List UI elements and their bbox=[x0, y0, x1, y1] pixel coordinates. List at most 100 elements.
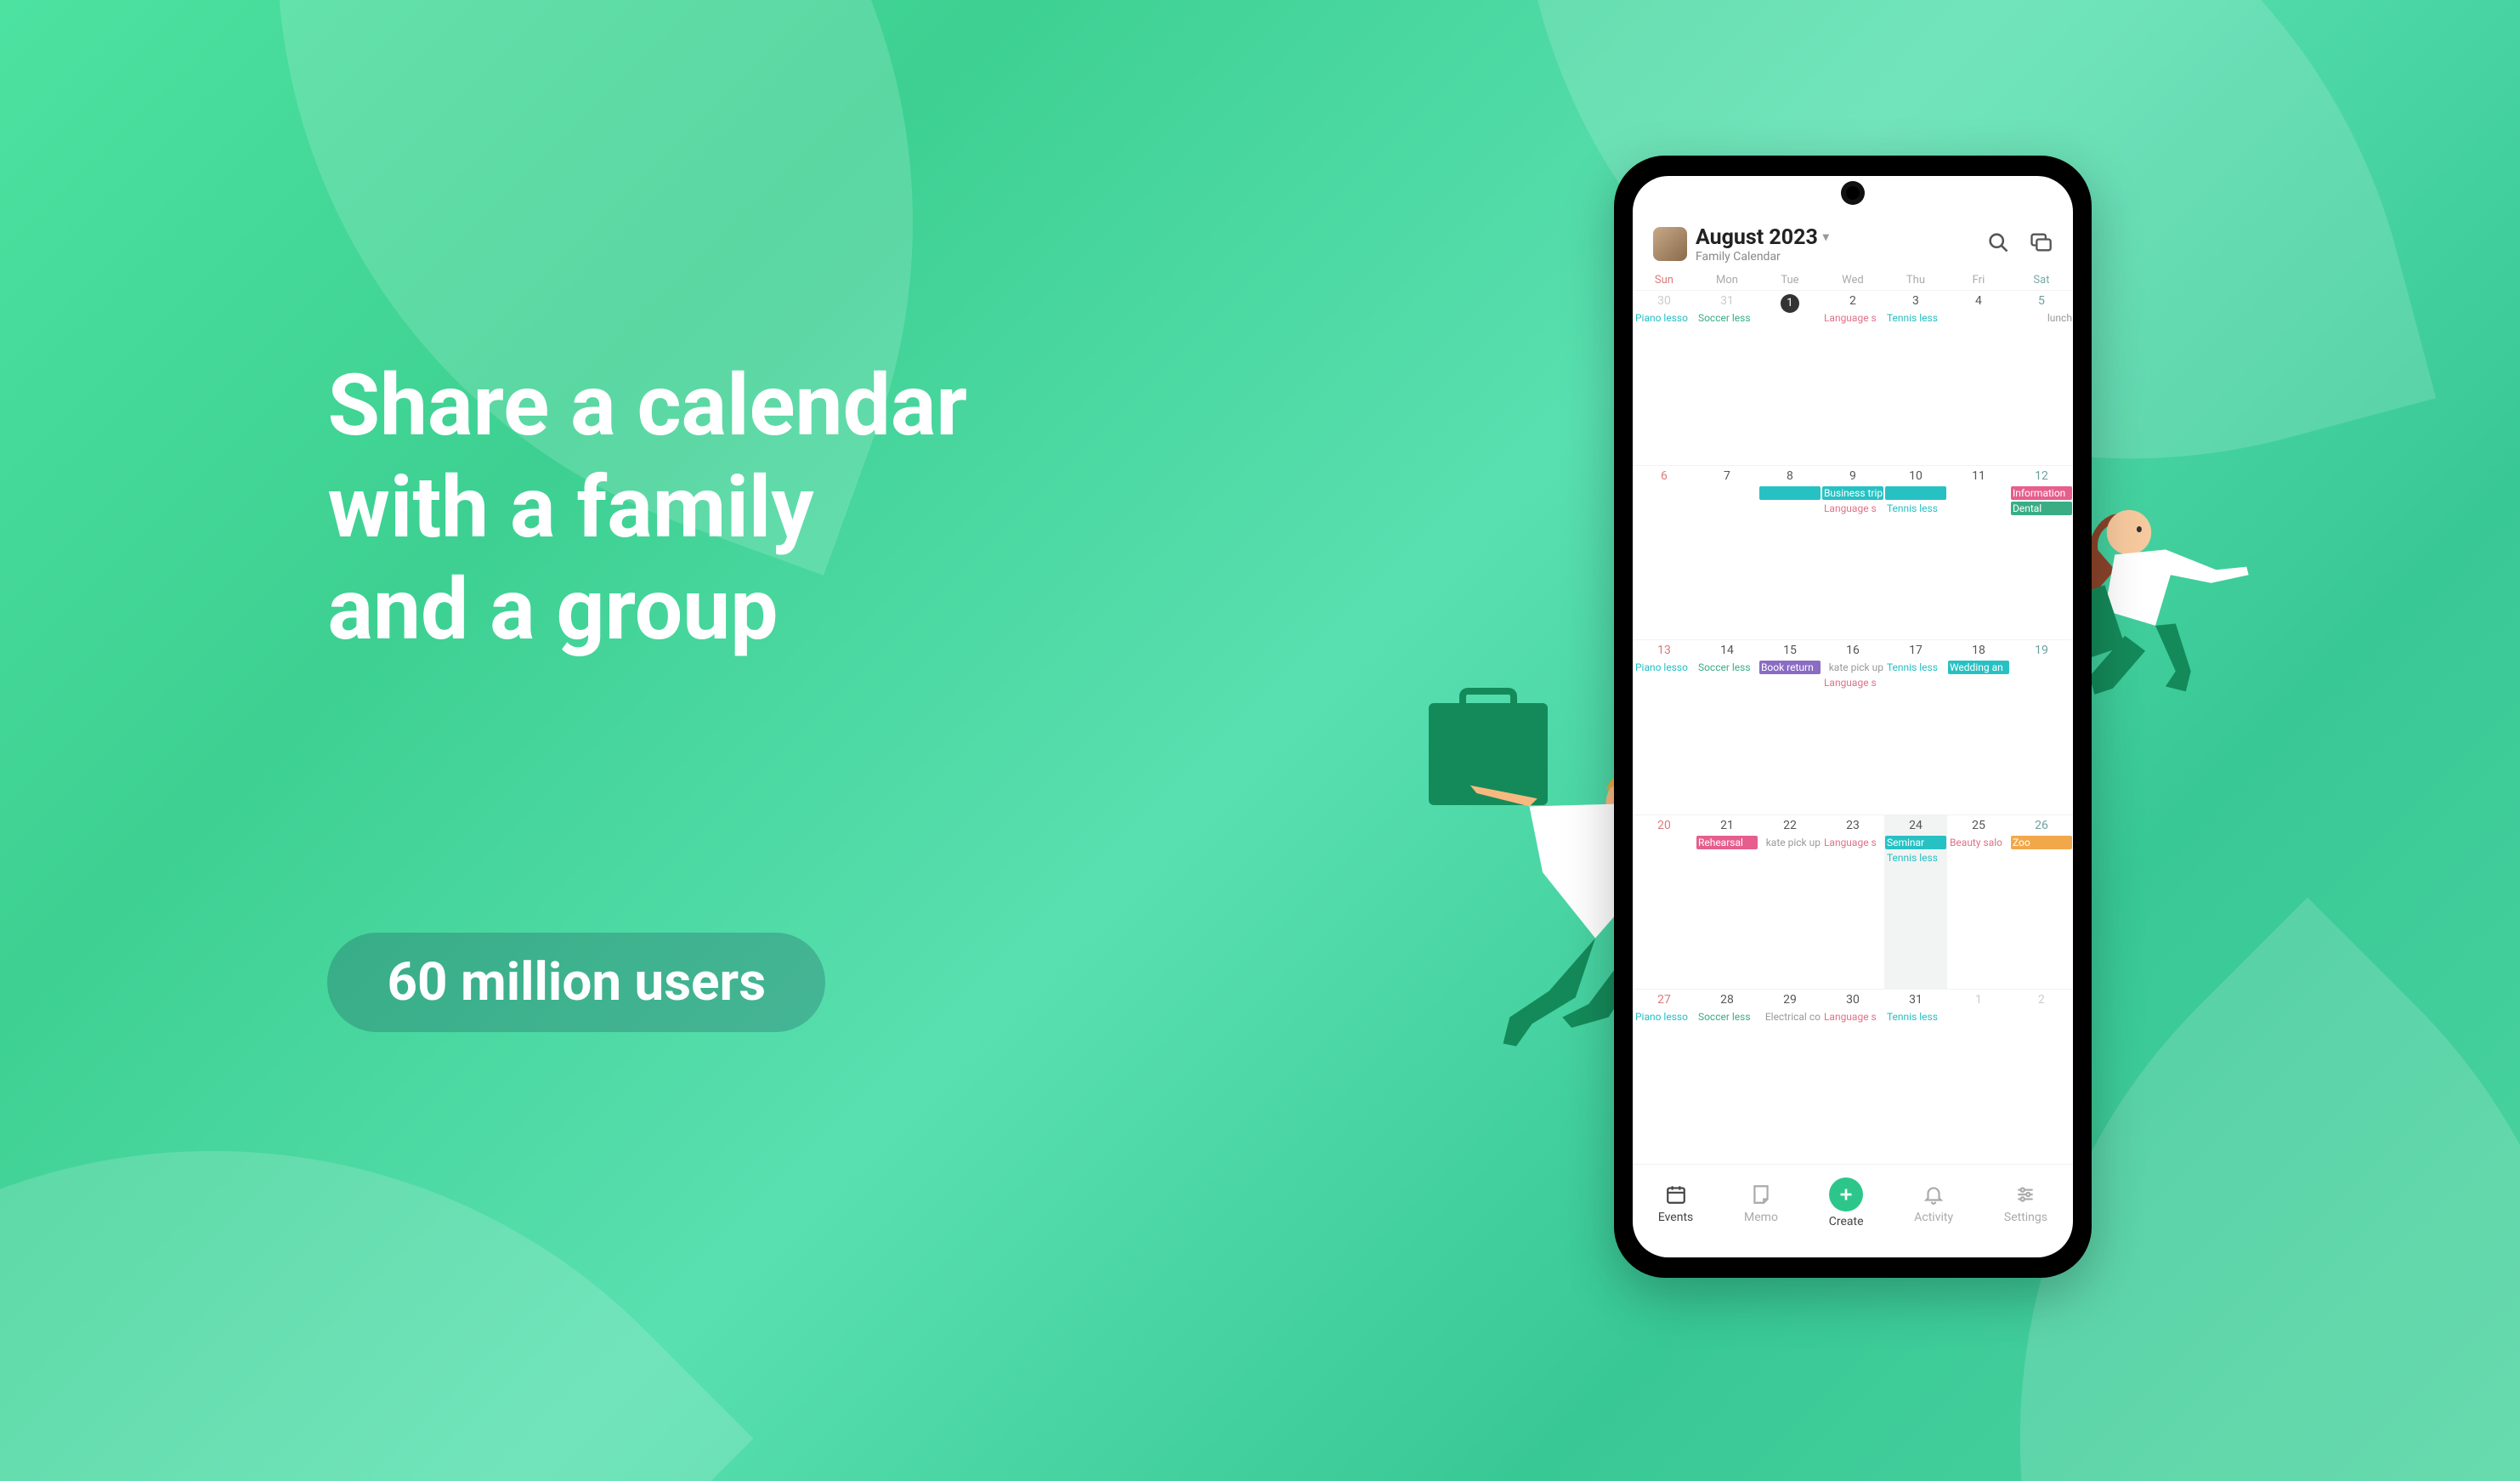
day-number: 14 bbox=[1720, 644, 1734, 657]
calendar-day-cell[interactable]: 30 Piano lesso bbox=[1633, 291, 1696, 465]
calendar-day-cell[interactable]: 25Beauty salo bbox=[1947, 815, 2010, 990]
event-chip[interactable]: Book return bbox=[1759, 661, 1821, 674]
calendar-day-cell[interactable]: 9 Business trip Language s bbox=[1821, 466, 1884, 640]
nav-memo[interactable]: Memo bbox=[1744, 1182, 1778, 1224]
event-chip[interactable]: Language s bbox=[1822, 676, 1883, 689]
calendar-day-cell[interactable]: 1 bbox=[1758, 291, 1821, 465]
day-number: 9 bbox=[1849, 469, 1856, 483]
day-number: 29 bbox=[1783, 993, 1797, 1007]
calendar-day-cell[interactable]: 27Piano lesso bbox=[1633, 990, 1696, 1164]
calendar-day-cell[interactable]: 6 bbox=[1633, 466, 1696, 640]
day-number: 30 bbox=[1657, 294, 1671, 308]
event-chip[interactable]: Language s bbox=[1822, 836, 1883, 849]
day-number: 24 bbox=[1909, 819, 1923, 832]
event-chip[interactable]: Tennis less bbox=[1885, 502, 1946, 515]
event-chip[interactable]: Language s bbox=[1822, 1010, 1883, 1024]
event-chip[interactable]: Zoo bbox=[2011, 836, 2072, 849]
calendar-week-row: 13Piano lesso14Soccer less15Book return1… bbox=[1633, 639, 2073, 814]
calendar-day-cell[interactable]: 19 bbox=[2010, 640, 2073, 814]
app-screen: August 2023 ▾ Family Calendar Sun Mon bbox=[1633, 176, 2073, 1257]
calendar-day-cell[interactable]: 29 Electrical co bbox=[1758, 990, 1821, 1164]
event-chip[interactable]: Dental bbox=[2011, 502, 2072, 515]
event-chip[interactable] bbox=[1759, 486, 1821, 500]
calendar-subtitle: Family Calendar bbox=[1696, 250, 1829, 264]
event-chip[interactable]: Electrical co bbox=[1759, 1010, 1821, 1024]
event-chip[interactable]: Beauty salo bbox=[1948, 836, 2009, 849]
headline: Share a calendar with a family and a gro… bbox=[327, 355, 967, 661]
event-chip[interactable]: Business trip bbox=[1822, 486, 1883, 500]
event-chip[interactable]: Language s bbox=[1822, 311, 1883, 325]
calendar-day-cell[interactable]: 1 bbox=[1947, 990, 2010, 1164]
calendar-day-cell[interactable]: 17 Tennis less bbox=[1884, 640, 1947, 814]
event-chip[interactable]: Soccer less bbox=[1696, 1010, 1758, 1024]
event-chip[interactable]: kate pick up bbox=[1822, 661, 1883, 674]
calendar-day-cell[interactable]: 21Rehearsal bbox=[1696, 815, 1758, 990]
weekday-label: Tue bbox=[1758, 274, 1821, 287]
event-chip[interactable]: Seminar bbox=[1885, 836, 1946, 849]
calendar-day-cell[interactable]: 2 bbox=[2010, 990, 2073, 1164]
event-chip[interactable]: Piano lesso bbox=[1634, 311, 1695, 325]
nav-events[interactable]: Events bbox=[1658, 1182, 1693, 1224]
calendar-title-block[interactable]: August 2023 ▾ Family Calendar bbox=[1696, 225, 1829, 264]
calendar-day-cell[interactable]: 12InformationDental bbox=[2010, 466, 2073, 640]
calendar-day-cell[interactable]: 22kate pick up bbox=[1758, 815, 1821, 990]
event-chip[interactable]: Piano lesso bbox=[1634, 661, 1695, 674]
event-chip[interactable]: kate pick up bbox=[1759, 836, 1821, 849]
calendar-day-cell[interactable]: 5 lunch bbox=[2010, 291, 2073, 465]
weekday-row: Sun Mon Tue Wed Thu Fri Sat bbox=[1633, 267, 2073, 290]
nav-label: Events bbox=[1658, 1211, 1693, 1224]
calendar-day-cell[interactable]: 31Soccer less bbox=[1696, 291, 1758, 465]
event-chip[interactable]: Rehearsal bbox=[1696, 836, 1758, 849]
event-chip[interactable]: lunch bbox=[2011, 311, 2072, 325]
weekday-label: Thu bbox=[1884, 274, 1947, 287]
event-chip[interactable] bbox=[1885, 486, 1946, 500]
calendar-day-cell[interactable]: 3Tennis less bbox=[1884, 291, 1947, 465]
nav-settings[interactable]: Settings bbox=[2004, 1182, 2047, 1224]
nav-activity[interactable]: Activity bbox=[1914, 1182, 1953, 1224]
calendar-day-cell[interactable]: 23Language s bbox=[1821, 815, 1884, 990]
calendar-day-cell[interactable]: 11 bbox=[1947, 466, 2010, 640]
calendar-day-cell[interactable]: 13Piano lesso bbox=[1633, 640, 1696, 814]
calendar-day-cell[interactable]: 2Language s bbox=[1821, 291, 1884, 465]
event-chip[interactable]: Information bbox=[2011, 486, 2072, 500]
day-number: 5 bbox=[2038, 294, 2045, 308]
chevron-down-icon: ▾ bbox=[1823, 230, 1829, 244]
day-number: 8 bbox=[1787, 469, 1793, 483]
calendar-day-cell[interactable]: 15Book return bbox=[1758, 640, 1821, 814]
calendar-day-cell[interactable]: 18 Wedding an bbox=[1947, 640, 2010, 814]
event-chip[interactable]: Tennis less bbox=[1885, 1010, 1946, 1024]
day-number: 10 bbox=[1909, 469, 1923, 483]
event-chip[interactable]: Piano lesso bbox=[1634, 1010, 1695, 1024]
event-chip[interactable]: Tennis less bbox=[1885, 311, 1946, 325]
calendar-day-cell[interactable]: 20 bbox=[1633, 815, 1696, 990]
calendar-day-cell[interactable]: 10 Tennis less bbox=[1884, 466, 1947, 640]
calendar-day-cell[interactable]: 8 bbox=[1758, 466, 1821, 640]
event-chip[interactable]: Language s bbox=[1822, 502, 1883, 515]
day-number: 2 bbox=[2038, 993, 2045, 1007]
calendar-day-cell[interactable]: 31Tennis less bbox=[1884, 990, 1947, 1164]
calendar-day-cell[interactable]: 14 Soccer less bbox=[1696, 640, 1758, 814]
nav-label: Create bbox=[1829, 1215, 1864, 1228]
event-chip[interactable]: Wedding an bbox=[1948, 661, 2009, 674]
calendar-day-cell[interactable]: 26Zoo bbox=[2010, 815, 2073, 990]
calendar-day-cell[interactable]: 7 bbox=[1696, 466, 1758, 640]
event-chip[interactable]: Tennis less bbox=[1885, 851, 1946, 865]
chat-icon[interactable] bbox=[2029, 230, 2053, 258]
day-number: 17 bbox=[1909, 644, 1923, 657]
calendar-day-cell[interactable]: 16kate pick upLanguage s bbox=[1821, 640, 1884, 814]
search-icon[interactable] bbox=[1986, 230, 2010, 258]
nav-create[interactable]: Create bbox=[1829, 1177, 1864, 1228]
nav-label: Memo bbox=[1744, 1211, 1778, 1224]
event-chip[interactable]: Tennis less bbox=[1885, 661, 1946, 674]
phone-mockup: August 2023 ▾ Family Calendar Sun Mon bbox=[1614, 156, 2092, 1278]
calendar-avatar[interactable] bbox=[1653, 227, 1687, 261]
day-number: 18 bbox=[1972, 644, 1985, 657]
calendar-day-cell[interactable]: 28Soccer less bbox=[1696, 990, 1758, 1164]
nav-label: Activity bbox=[1914, 1211, 1953, 1224]
event-chip[interactable]: Soccer less bbox=[1696, 311, 1758, 325]
calendar-grid[interactable]: 30Piano lesso31Soccer less12Language s3T… bbox=[1633, 290, 2073, 1164]
event-chip[interactable]: Soccer less bbox=[1696, 661, 1758, 674]
calendar-day-cell[interactable]: 30Language s bbox=[1821, 990, 1884, 1164]
calendar-day-cell[interactable]: 4 bbox=[1947, 291, 2010, 465]
calendar-day-cell[interactable]: 24 Seminar Tennis less bbox=[1884, 815, 1947, 990]
